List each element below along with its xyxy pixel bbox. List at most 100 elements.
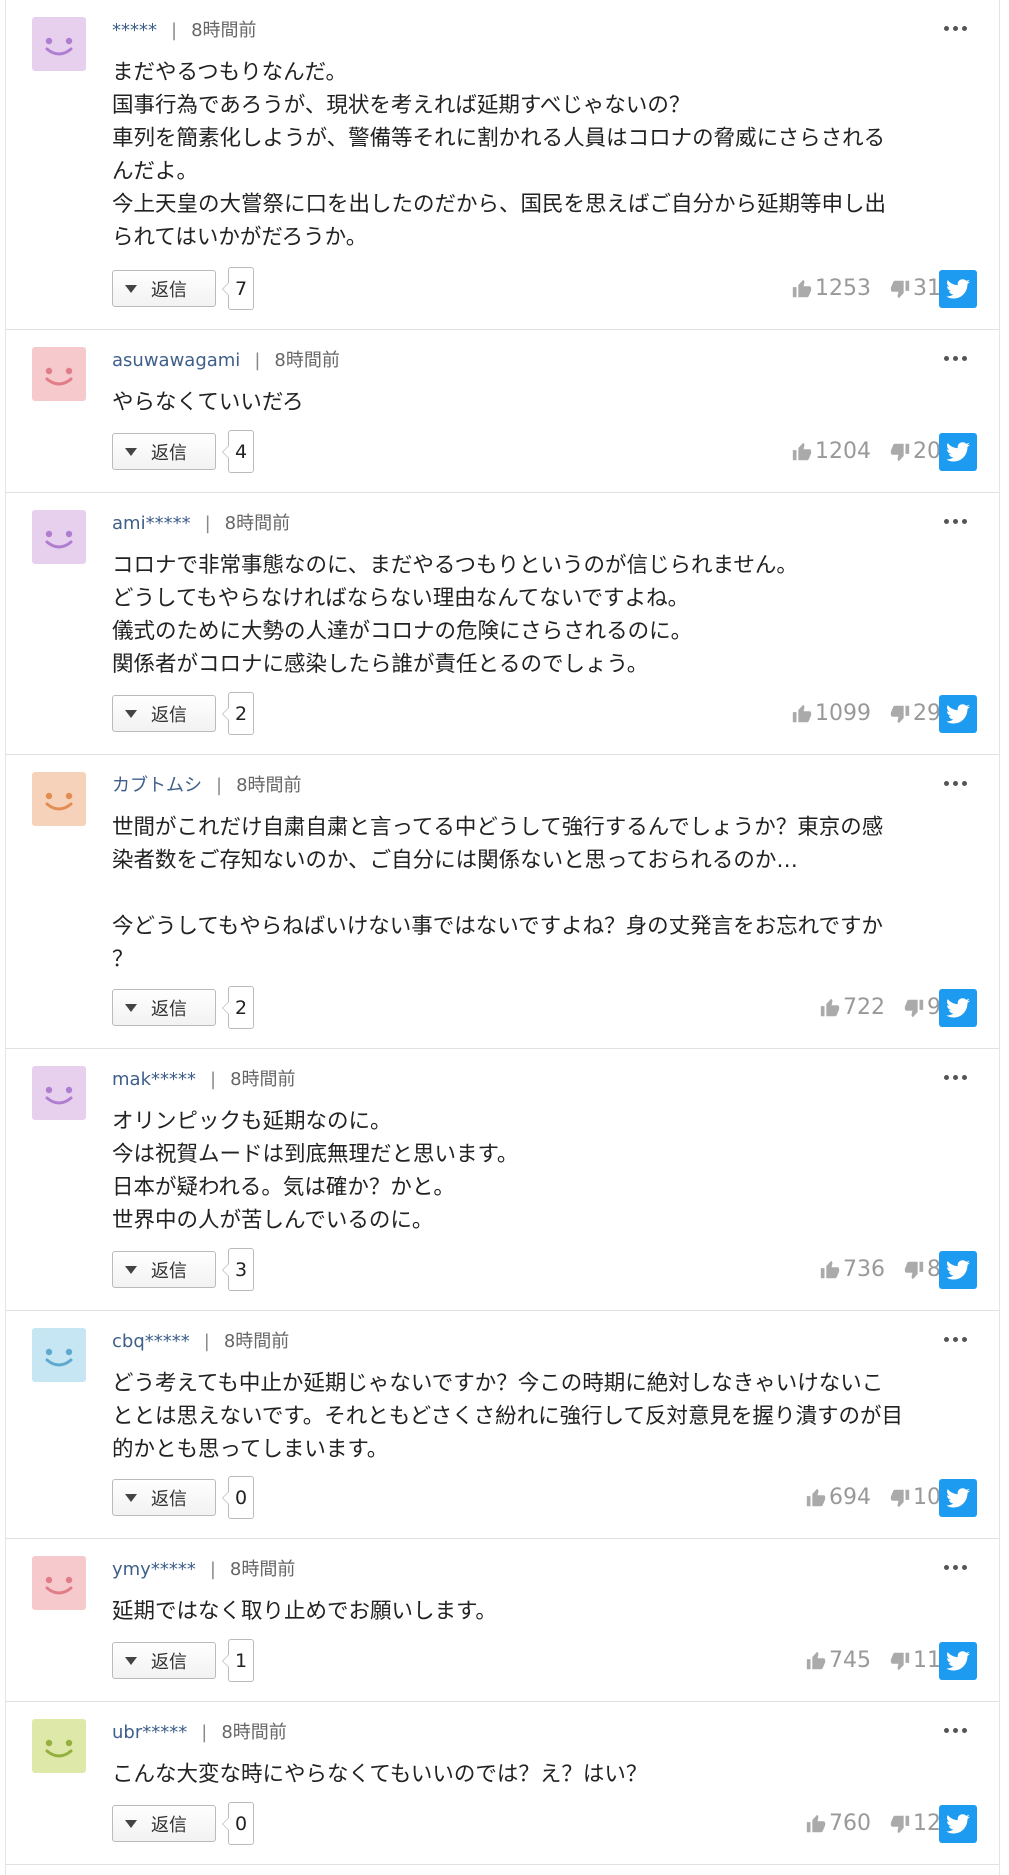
thumbs-up-icon [806,1651,826,1669]
reply-button[interactable]: 返信 [112,1251,216,1288]
like-count: 760 [829,1811,871,1836]
thumbs-up-icon [820,1260,840,1278]
username[interactable]: ubr***** [112,1722,187,1743]
reply-button[interactable]: 返信 [112,1479,216,1516]
timestamp: 8時間前 [223,1331,290,1352]
reply-label: 返信 [151,704,187,726]
like-count: 1253 [815,276,871,301]
reply-button[interactable]: 返信 [112,270,216,307]
username[interactable]: カブトムシ [112,775,202,796]
dislike-button[interactable]: 12 [889,1811,941,1836]
reply-count: 1 [222,1639,254,1682]
avatar [32,772,86,826]
more-options-icon[interactable] [935,1553,975,1581]
twitter-share-button[interactable] [939,270,977,308]
twitter-icon [946,1488,970,1508]
reply-button[interactable]: 返信 [112,1805,216,1842]
username[interactable]: ***** [112,20,157,41]
reply-count: 0 [222,1476,254,1519]
more-options-icon[interactable] [935,1325,975,1353]
like-button[interactable]: 1099 [791,701,871,726]
avatar [32,1328,86,1382]
comment-item: ymy***** | 8時間前 延期ではなく取り止めでお願いします。 返信 1 74… [6,1539,999,1702]
twitter-share-button[interactable] [939,1251,977,1289]
twitter-share-button[interactable] [939,989,977,1027]
chevron-down-icon [125,1819,137,1828]
twitter-share-button[interactable] [939,1642,977,1680]
avatar [32,1556,86,1610]
username[interactable]: ami***** [112,513,191,534]
like-button[interactable]: 1253 [791,276,871,301]
username[interactable]: cbq***** [112,1331,190,1352]
thumbs-down-icon [890,1489,910,1507]
like-count: 1099 [815,701,871,726]
comment-meta: cbq***** | 8時間前 [112,1330,289,1354]
meta-separator: | [171,20,178,41]
reply-count: 0 [222,1802,254,1845]
chevron-down-icon [125,1656,137,1665]
like-button[interactable]: 760 [805,1811,871,1836]
thumbs-up-icon [792,279,812,297]
dislike-button[interactable]: 10 [889,1485,941,1510]
twitter-share-button[interactable] [939,695,977,733]
twitter-share-button[interactable] [939,1479,977,1517]
more-options-icon[interactable] [935,1716,975,1744]
meta-separator: | [210,1069,217,1090]
dislike-button[interactable]: 31 [889,276,941,301]
like-button[interactable]: 722 [819,995,885,1020]
chevron-down-icon [125,447,137,456]
username[interactable]: asuwawagami [112,350,240,371]
reply-label: 返信 [151,1814,187,1836]
more-options-icon[interactable] [935,1063,975,1091]
avatar [32,347,86,401]
comment-line: 今どうしてもやらねばいけない事ではないですよね？身の丈発言をお忘れですか [112,914,883,939]
dislike-button[interactable]: 9 [903,995,941,1020]
comment-line: ？ [112,947,134,972]
chevron-down-icon [125,1493,137,1502]
avatar [32,510,86,564]
username[interactable]: mak***** [112,1069,196,1090]
comment-line: ととは思えないです。それともどさくさ紛れに強行して反対意見を握り潰すのが目 [112,1404,903,1429]
twitter-share-button[interactable] [939,433,977,471]
reply-button[interactable]: 返信 [112,1642,216,1679]
comment-item: ***** | 8時間前 まだやるつもりなんだ。 国事行為であろうが、現状を考えれば… [6,0,999,330]
dislike-count: 11 [913,1648,941,1673]
like-button[interactable]: 694 [805,1485,871,1510]
timestamp: 8時間前 [229,1559,296,1580]
thumbs-down-icon [890,705,910,723]
twitter-share-button[interactable] [939,1805,977,1843]
comment-body: 延期ではなく取り止めでお願いします。 [112,1595,972,1628]
twitter-icon [946,1260,970,1280]
reply-button[interactable]: 返信 [112,989,216,1026]
like-button[interactable]: 736 [819,1257,885,1282]
reply-label: 返信 [151,279,187,301]
comment-line: 車列を簡素化しようが、警備等それに割かれる人員はコロナの脅威にさらされる [112,126,886,151]
more-options-icon[interactable] [935,14,975,42]
comment-line: られてはいかがだろうか。 [112,225,368,250]
thumbs-down-icon [890,1815,910,1833]
reply-button[interactable]: 返信 [112,433,216,470]
dislike-count: 10 [913,1485,941,1510]
comment-body: こんな大変な時にやらなくてもいいのでは？え？はい？ [112,1758,972,1791]
timestamp: 8時間前 [274,350,340,371]
thumbs-up-icon [806,1488,826,1506]
comment-line: 日本が疑われる。気は確か？かと。 [112,1175,455,1200]
comment-body: 世間がこれだけ自粛自粛と言ってる中どうして強行するんでしょうか？東京の感 染者数… [112,811,972,976]
like-count: 1204 [815,439,871,464]
more-options-icon[interactable] [935,507,975,535]
dislike-button[interactable]: 29 [889,701,941,726]
like-button[interactable]: 1204 [791,439,871,464]
dislike-button[interactable]: 11 [889,1648,941,1673]
thumbs-down-icon [904,999,924,1017]
twitter-icon [946,998,970,1018]
more-options-icon[interactable] [935,769,975,797]
reply-button[interactable]: 返信 [112,695,216,732]
more-options-icon[interactable] [935,344,975,372]
dislike-button[interactable]: 20 [889,439,941,464]
comment-body: まだやるつもりなんだ。 国事行為であろうが、現状を考えれば延期すべじゃないの？ … [112,56,972,254]
like-button[interactable]: 745 [805,1648,871,1673]
comment-meta: ***** | 8時間前 [112,19,257,43]
dislike-button[interactable]: 8 [903,1257,941,1282]
vote-group: 745 11 [805,1642,941,1679]
username[interactable]: ymy***** [112,1559,196,1580]
